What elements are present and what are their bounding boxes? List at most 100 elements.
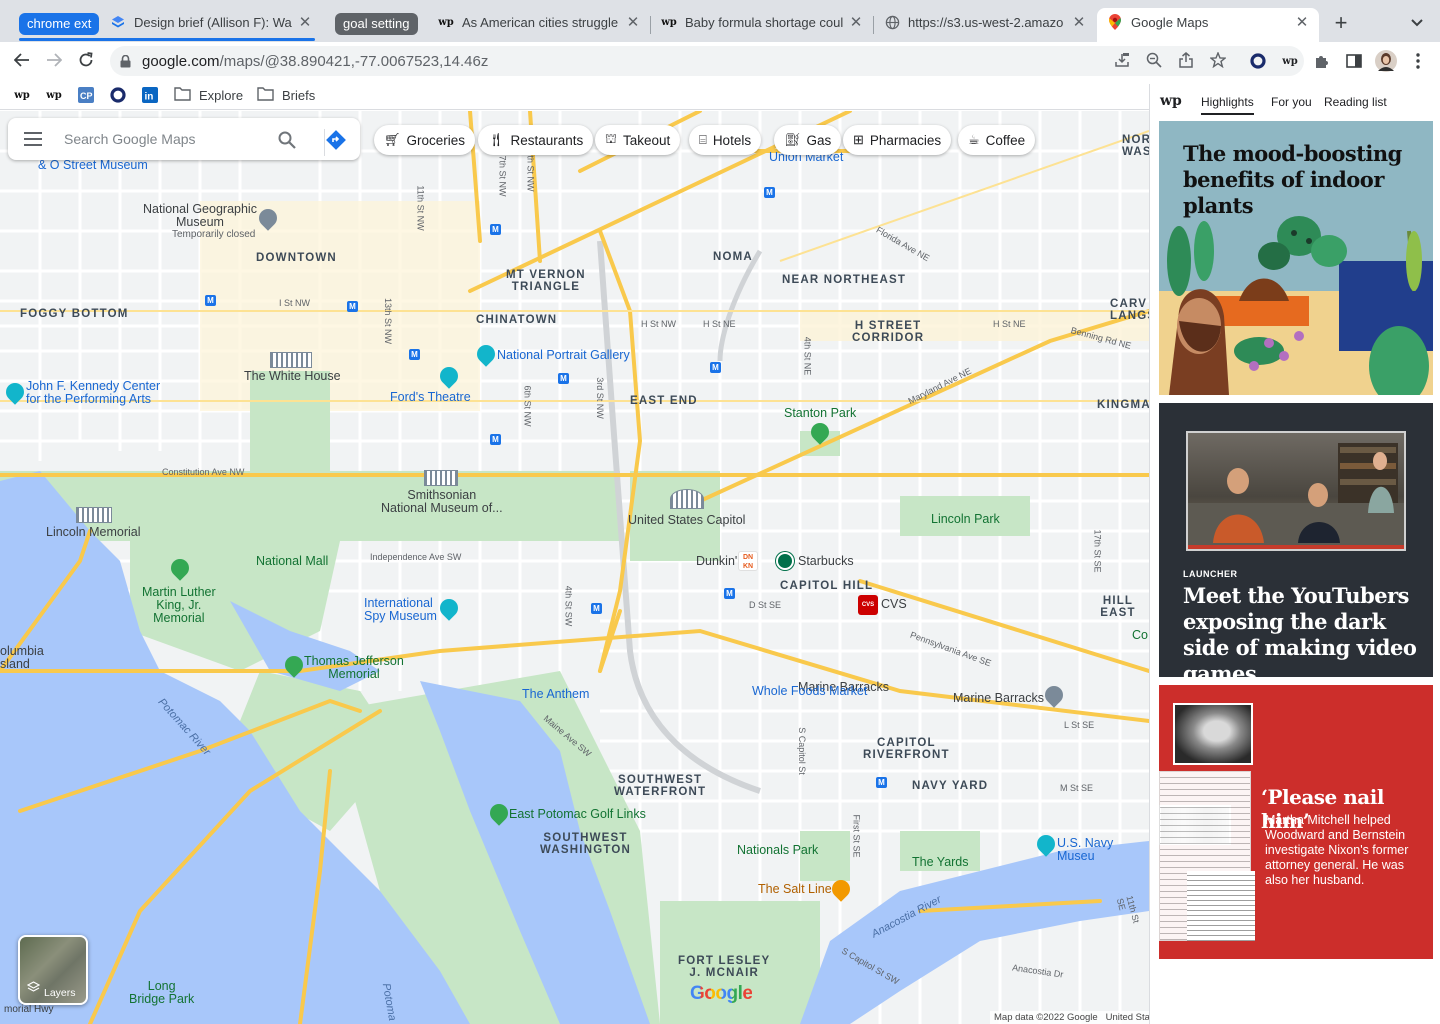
tab-reading-list[interactable]: Reading list [1324,95,1387,109]
region-text[interactable]: United Stat [1106,1012,1149,1023]
smithsonian-icon[interactable] [424,470,458,486]
lincoln-memorial-icon[interactable] [76,507,112,523]
chrome-menu-icon[interactable] [1407,50,1429,72]
map-attribution[interactable]: Map data ©2022 Google United Stat [990,1011,1149,1024]
close-tab-icon[interactable]: ✕ [626,13,640,31]
install-app-icon[interactable] [1112,50,1132,70]
place-label-lincoln-park[interactable]: Lincoln Park [931,513,1000,526]
place-label-navy-museum[interactable]: U.S. Navy Museu [1057,837,1149,863]
article-card-plants[interactable]: The mood-boosting benefits of indoor pla… [1159,121,1433,395]
tab-group-chrome-ext[interactable]: chrome ext [19,13,100,35]
place-label-jefferson[interactable]: Thomas Jefferson Memorial [304,655,404,681]
close-tab-icon[interactable]: ✕ [1295,13,1309,31]
chip-pharmacies[interactable]: ⊞ Pharmacies [843,125,952,155]
extensions-puzzle-icon[interactable] [1311,50,1333,72]
place-label-portrait-gallery[interactable]: National Portrait Gallery [497,349,630,362]
metro-station-icon[interactable]: M [876,777,887,788]
directions-icon[interactable] [324,129,347,156]
tab-design-brief[interactable]: Design brief (Allison F): Was ✕ [100,8,322,42]
place-label-white-house[interactable]: The White House [244,370,341,383]
side-panel-icon[interactable] [1343,50,1365,72]
layers-button[interactable]: Layers [18,935,88,1005]
place-label-fords-theatre[interactable]: Ford's Theatre [390,391,471,404]
back-button[interactable] [10,48,34,72]
dunkin-icon[interactable]: DN KN [738,551,758,571]
close-tab-icon[interactable]: ✕ [1072,13,1086,31]
place-label-nationals-park[interactable]: Nationals Park [737,844,818,857]
reload-button[interactable] [74,48,98,72]
place-label-yards[interactable]: The Yards [912,856,969,869]
place-label-spy-museum[interactable]: International Spy Museum [364,597,437,623]
search-input[interactable]: Search Google Maps [64,131,196,147]
metro-station-icon[interactable]: M [205,295,216,306]
chip-takeout[interactable]: ⛫ Takeout [595,125,681,155]
place-label-national-geographic[interactable]: National Geographic Museum [143,203,257,229]
bookmark-circle[interactable] [110,85,126,105]
chip-coffee[interactable]: ☕︎ Coffee [958,125,1036,155]
google-map[interactable]: DOWNTOWN FOGGY BOTTOM MT VERNON TRIANGLE… [0,111,1149,1024]
zoom-icon[interactable] [1144,50,1164,70]
tab-baby-formula[interactable]: wp Baby formula shortage coul ✕ [651,8,873,42]
place-label-national-mall[interactable]: National Mall [256,555,328,568]
lock-icon[interactable] [120,54,142,68]
bookmark-star-icon[interactable] [1208,50,1228,70]
search-icon[interactable] [278,131,296,154]
tab-for-you[interactable]: For you [1271,95,1312,109]
maps-search-box[interactable]: Search Google Maps [8,118,360,160]
place-label-dunkin[interactable]: Dunkin' [696,555,737,568]
tab-highlights[interactable]: Highlights [1201,95,1254,115]
place-label-stanton-park[interactable]: Stanton Park [784,407,856,420]
starbucks-icon[interactable] [776,552,794,570]
chip-hotels[interactable]: ⌸ Hotels [689,125,762,155]
place-label-lincoln-memorial[interactable]: Lincoln Memorial [46,526,140,539]
place-label-salt-line[interactable]: The Salt Line [758,883,832,896]
place-label-smithsonian[interactable]: Smithsonian National Museum of... [381,489,503,515]
metro-station-icon[interactable]: M [409,349,420,360]
place-label-anthem[interactable]: The Anthem [522,688,589,701]
place-label-kennedy-center[interactable]: John F. Kennedy Center for the Performin… [26,380,160,406]
share-icon[interactable] [1176,50,1196,70]
cvs-icon[interactable]: CVS [858,595,878,615]
tab-american-cities[interactable]: wp As American cities struggle ✕ [428,8,650,42]
article-card-youtubers[interactable]: LAUNCHER Meet the YouTubers exposing the… [1159,403,1433,677]
metro-station-icon[interactable]: M [490,224,501,235]
metro-station-icon[interactable]: M [710,362,721,373]
place-label-whole-foods[interactable]: Whole Foods Market [752,685,867,698]
metro-station-icon[interactable]: M [764,187,775,198]
white-house-icon[interactable] [270,352,312,368]
capitol-icon[interactable] [670,489,704,509]
wapo-extension-icon[interactable]: wp [1279,50,1301,72]
place-label-cvs[interactable]: CVS [881,598,907,611]
bookmark-folder-briefs[interactable]: Briefs [257,85,315,105]
new-tab-button[interactable]: + [1328,10,1354,36]
metro-station-icon[interactable]: M [591,603,602,614]
chip-gas[interactable]: ⛽︎ Gas [774,125,842,155]
extension-circle-icon[interactable] [1247,50,1269,72]
place-label-o-street-museum[interactable]: & O Street Museum [38,159,148,172]
profile-avatar[interactable] [1375,50,1397,72]
place-label-capitol[interactable]: United States Capitol [628,514,745,527]
tab-s3[interactable]: https://s3.us-west-2.amazo ✕ [874,8,1096,42]
place-label-marine-barracks[interactable]: Marine Barracks [953,692,1044,705]
place-label-golf[interactable]: East Potomac Golf Links [509,808,646,821]
tab-group-goal-setting[interactable]: goal setting [335,13,418,35]
bookmark-cp[interactable]: CP [78,85,94,105]
metro-station-icon[interactable]: M [724,588,735,599]
chip-restaurants[interactable]: 🍴︎ Restaurants [478,125,594,155]
metro-station-icon[interactable]: M [558,373,569,384]
metro-station-icon[interactable]: M [490,434,501,445]
metro-station-icon[interactable]: M [347,301,358,312]
hamburger-menu-icon[interactable] [24,132,42,151]
article-card-nail-him[interactable]: ‘Please nail him’ Martha Mitchell helped… [1159,685,1433,959]
place-label-mlk[interactable]: Martin Luther King, Jr. Memorial [142,586,216,625]
bookmark-folder-explore[interactable]: Explore [174,85,243,105]
tab-search-icon[interactable] [1406,14,1428,36]
tab-google-maps[interactable]: Google Maps ✕ [1097,8,1319,42]
forward-button[interactable] [42,48,66,72]
place-label-starbucks[interactable]: Starbucks [798,555,854,568]
bookmark-wapo-2[interactable]: wp [46,85,62,105]
bookmark-linkedin[interactable]: in [142,85,158,105]
bookmark-wapo-1[interactable]: wp [14,85,30,105]
close-tab-icon[interactable]: ✕ [849,13,863,31]
close-tab-icon[interactable]: ✕ [298,13,312,31]
